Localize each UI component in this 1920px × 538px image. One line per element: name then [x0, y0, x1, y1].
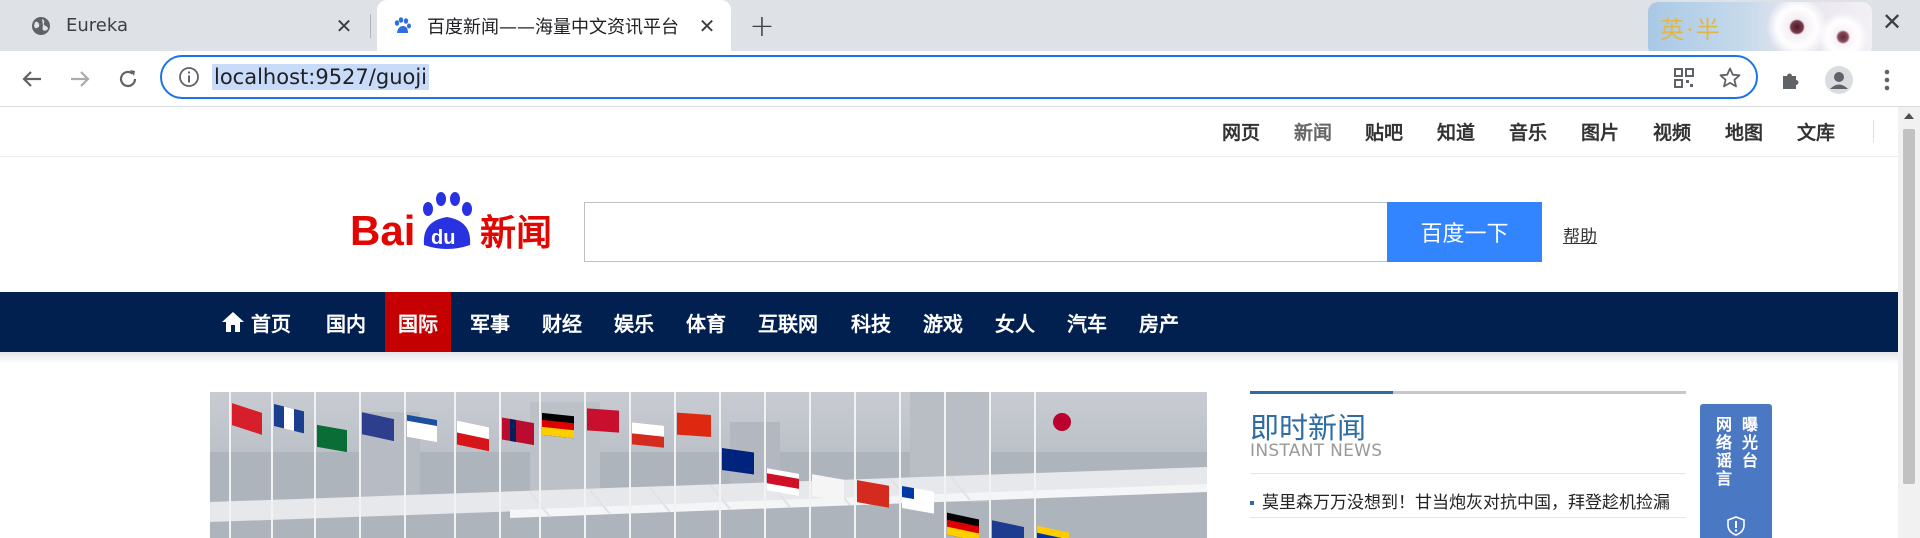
product-nav: 网页 新闻 贴吧 知道 音乐 图片 视频 地图 文库	[0, 107, 1898, 157]
bookmark-star-icon[interactable]	[1718, 66, 1742, 90]
category-international[interactable]: 国际	[385, 292, 451, 352]
category-games[interactable]: 游戏	[910, 292, 976, 352]
page-content: 网页 新闻 贴吧 知道 音乐 图片 视频 地图 文库 Bai du 新闻 百度一…	[0, 107, 1898, 538]
flower-image	[1818, 12, 1868, 56]
help-link[interactable]: 帮助	[1563, 222, 1597, 247]
nav-link-map[interactable]: 地图	[1725, 118, 1763, 145]
bullet-icon	[1250, 501, 1254, 505]
globe-icon	[30, 15, 52, 37]
forward-button[interactable]	[62, 61, 98, 97]
baidu-news-logo[interactable]: Bai du 新闻	[350, 187, 558, 261]
nav-link-wenku[interactable]: 文库	[1797, 118, 1835, 145]
category-internet[interactable]: 互联网	[745, 292, 831, 352]
tab-baidu-news[interactable]: 百度新闻——海量中文资讯平台 ✕	[377, 0, 731, 51]
panel-divider	[1250, 517, 1686, 518]
news-search-input[interactable]	[584, 202, 1388, 262]
decoration-text: 英·半	[1660, 16, 1722, 44]
category-military[interactable]: 军事	[457, 292, 523, 352]
nav-shadow	[0, 352, 1898, 364]
tab-eureka[interactable]: Eureka ✕	[0, 0, 370, 51]
category-label: 首页	[251, 311, 291, 336]
extensions-puzzle-icon[interactable]	[1776, 65, 1806, 95]
nav-link-zhidao[interactable]: 知道	[1437, 118, 1475, 145]
page-scrollbar[interactable]	[1898, 107, 1920, 538]
reload-icon	[119, 70, 137, 88]
category-finance[interactable]: 财经	[529, 292, 595, 352]
profile-avatar-icon[interactable]	[1824, 65, 1854, 95]
close-tab-icon[interactable]: ✕	[332, 14, 356, 38]
nav-link-music[interactable]: 音乐	[1509, 118, 1547, 145]
news-list-item[interactable]: 莫里森万万没想到！甘当炮灰对抗中国，拜登趁机捡漏	[1250, 488, 1686, 513]
scroll-up-arrow-icon[interactable]	[1904, 113, 1914, 119]
shield-alert-icon	[1727, 516, 1745, 536]
panel-divider	[1250, 473, 1686, 474]
tab-strip: Eureka ✕ 百度新闻——海量中文资讯平台 ✕ + 英·半 ✕	[0, 0, 1920, 56]
tab-separator	[370, 14, 371, 38]
nav-link-webpage[interactable]: 网页	[1222, 118, 1260, 145]
reload-button[interactable]	[110, 61, 146, 97]
nav-divider	[1873, 120, 1874, 142]
nav-link-images[interactable]: 图片	[1581, 118, 1619, 145]
back-button[interactable]	[14, 61, 50, 97]
search-button[interactable]: 百度一下	[1387, 202, 1542, 262]
logo-du-text: du	[431, 227, 455, 249]
address-bar[interactable]: localhost:9527/guoji	[160, 55, 1758, 99]
baidu-paw-icon	[391, 15, 413, 37]
logo-news-text: 新闻	[480, 213, 552, 254]
url-text[interactable]: localhost:9527/guoji	[212, 64, 430, 90]
browser-toolbar: localhost:9527/guoji	[0, 51, 1920, 107]
category-tech[interactable]: 科技	[838, 292, 904, 352]
forward-arrow-icon	[71, 71, 90, 87]
qr-code-icon[interactable]	[1672, 66, 1696, 90]
browser-theme-decoration: 英·半	[1648, 2, 1872, 56]
headline-image[interactable]	[210, 392, 1207, 538]
window-close-button[interactable]: ✕	[1872, 4, 1912, 40]
tab-title: 百度新闻——海量中文资讯平台	[427, 16, 679, 38]
category-realestate[interactable]: 房产	[1126, 292, 1192, 352]
nav-link-news[interactable]: 新闻	[1294, 118, 1332, 145]
new-tab-button[interactable]: +	[746, 9, 778, 44]
news-headline[interactable]: 莫里森万万没想到！甘当炮灰对抗中国，拜登趁机捡漏	[1262, 493, 1670, 513]
home-icon	[221, 310, 245, 334]
category-sports[interactable]: 体育	[673, 292, 739, 352]
category-entertainment[interactable]: 娱乐	[601, 292, 667, 352]
category-nav: 首页 国内 国际 军事 财经 娱乐 体育 互联网 科技 游戏 女人 汽车 房产	[0, 292, 1898, 352]
site-info-icon[interactable]	[178, 66, 200, 88]
panel-top-accent	[1250, 391, 1393, 394]
nav-link-tieba[interactable]: 贴吧	[1365, 118, 1403, 145]
rumor-exposure-panel[interactable]: 曝光台 网络谣言	[1700, 404, 1772, 538]
expose-label-col: 网络谣言	[1715, 415, 1732, 488]
back-arrow-icon	[22, 71, 41, 87]
tab-title: Eureka	[66, 15, 128, 36]
category-domestic[interactable]: 国内	[313, 292, 379, 352]
instant-news-subtitle: INSTANT NEWS	[1250, 441, 1383, 461]
scroll-thumb[interactable]	[1903, 129, 1915, 484]
logo-bai-text: Bai	[350, 207, 415, 254]
close-tab-icon[interactable]: ✕	[695, 14, 719, 38]
category-auto[interactable]: 汽车	[1054, 292, 1120, 352]
nav-link-video[interactable]: 视频	[1653, 118, 1691, 145]
browser-menu-icon[interactable]	[1872, 65, 1902, 95]
category-women[interactable]: 女人	[982, 292, 1048, 352]
category-home[interactable]: 首页	[208, 292, 304, 352]
expose-label-col: 曝光台	[1741, 415, 1758, 470]
